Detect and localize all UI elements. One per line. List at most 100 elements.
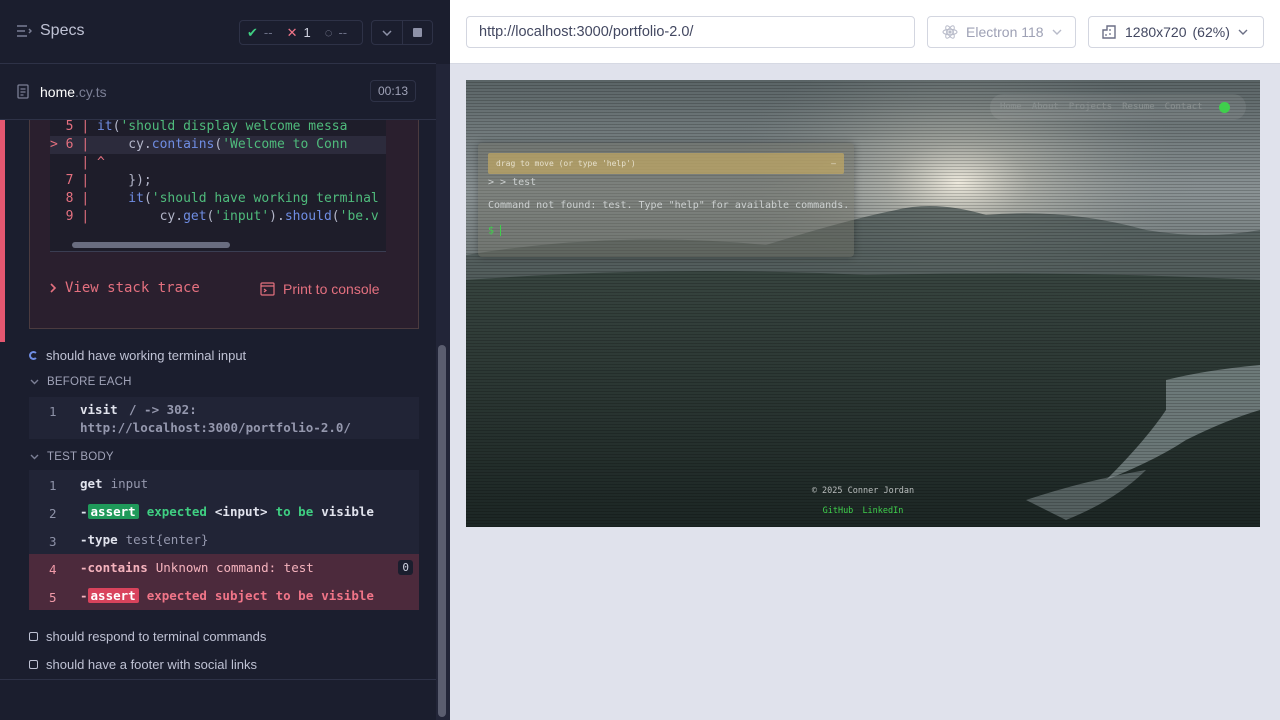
- specs-button[interactable]: Specs: [16, 22, 84, 40]
- divider: [0, 679, 436, 680]
- url-bar[interactable]: http://localhost:3000/portfolio-2.0/: [466, 16, 915, 48]
- code-marker: [50, 120, 58, 134]
- command-dash: -: [80, 588, 88, 603]
- command-type[interactable]: 3 - type test{enter}: [29, 526, 419, 554]
- assert-expected: expected: [146, 504, 207, 519]
- viewport-selector[interactable]: 1280x720 (62%): [1088, 16, 1264, 48]
- command-number: 1: [49, 478, 57, 493]
- assert-badge: assert: [87, 588, 139, 603]
- command-dash: -: [80, 504, 88, 519]
- assert-visible: visible: [321, 588, 374, 603]
- chevron-down-icon: [30, 454, 39, 460]
- code-line-number: 5: [65, 120, 74, 134]
- code-line: | ^: [50, 154, 386, 172]
- nav-link-home[interactable]: Home: [1000, 102, 1022, 112]
- pending-test-icon: [29, 632, 38, 641]
- view-stack-trace-button[interactable]: View stack trace: [50, 280, 200, 296]
- spec-header: home.cy.ts 00:13: [0, 65, 436, 120]
- running-test[interactable]: should have working terminal input: [29, 348, 246, 363]
- nav-link-projects[interactable]: Projects: [1069, 102, 1112, 112]
- command-message: / -> 302:: [129, 402, 197, 417]
- code-frame-divider: [50, 251, 386, 252]
- vertical-scrollbar[interactable]: [438, 345, 446, 717]
- x-icon: ✕: [286, 24, 298, 40]
- command-name: visit: [80, 402, 118, 417]
- assert-badge: assert: [87, 504, 139, 519]
- command-log[interactable]: 5 | it('should display welcome messa > 6…: [0, 120, 436, 680]
- code-line: 8 | it('should have working terminal: [65, 191, 379, 206]
- spec-title[interactable]: home.cy.ts: [40, 84, 107, 100]
- pending-test[interactable]: should respond to terminal commands: [29, 629, 266, 644]
- terminal-window[interactable]: drag to move (or type 'help') — > > test…: [478, 143, 854, 257]
- code-keyword: should: [284, 209, 332, 224]
- command-contains-failed[interactable]: 4 - contains Unknown command: test 0: [29, 554, 419, 582]
- stop-icon: [412, 28, 422, 37]
- chevron-down-icon: [382, 29, 392, 36]
- code-frame: 5 | it('should display welcome messa > 6…: [50, 120, 386, 251]
- pending-test[interactable]: should have a footer with social links: [29, 657, 257, 672]
- command-visit[interactable]: 1 visit / -> 302: http://localhost:3000/…: [29, 397, 419, 439]
- chevron-down-icon: [1238, 29, 1248, 35]
- code-line-number: 9: [65, 209, 74, 224]
- site-nav: Home About Projects Resume Contact: [990, 94, 1246, 120]
- terminal-icon: [260, 282, 275, 296]
- code-horizontal-scrollbar[interactable]: [72, 242, 230, 248]
- spinner-icon: ◌: [324, 25, 333, 40]
- nav-link-about[interactable]: About: [1032, 102, 1059, 112]
- test-body-label: TEST BODY: [47, 451, 114, 463]
- failed-test-indicator: [0, 120, 5, 342]
- assert-to-be: to be: [275, 588, 314, 603]
- passed-stat: ✔ --: [240, 25, 280, 41]
- assert-to-be: to be: [275, 504, 314, 519]
- failed-stat: ✕ 1: [280, 25, 318, 41]
- code-separator: |: [81, 191, 90, 206]
- nav-link-resume[interactable]: Resume: [1122, 102, 1155, 112]
- ruler-icon: [1102, 25, 1116, 39]
- pending-test-label: should respond to terminal commands: [46, 629, 267, 644]
- spec-ext: .cy.ts: [75, 84, 107, 100]
- command-get[interactable]: 1 get input: [29, 470, 419, 498]
- command-assert-failed[interactable]: 5 - assert expected subject to be visible: [29, 582, 419, 610]
- stop-button[interactable]: [401, 21, 433, 44]
- print-to-console-button[interactable]: Print to console: [260, 281, 380, 297]
- theme-toggle-icon[interactable]: [1218, 101, 1230, 113]
- command-dash: -: [80, 560, 88, 575]
- code-line-number: 6: [65, 137, 74, 152]
- browser-label: Electron 118: [966, 24, 1044, 40]
- element-count-badge: 0: [398, 560, 413, 575]
- linkedin-link[interactable]: LinkedIn: [862, 506, 903, 516]
- code-caret: ^: [96, 155, 105, 170]
- app-iframe[interactable]: Home About Projects Resume Contact drag …: [466, 80, 1260, 527]
- command-log-panel: Specs ✔ -- ✕ 1 ◌ -- home.cy.ts 00:13 5 |…: [0, 0, 450, 720]
- browser-selector[interactable]: Electron 118: [927, 16, 1076, 48]
- terminal-title-bar[interactable]: drag to move (or type 'help') —: [488, 153, 844, 174]
- minimize-button[interactable]: —: [831, 153, 836, 174]
- command-name: type: [87, 532, 118, 547]
- check-icon: ✔: [247, 24, 258, 40]
- test-stats: ✔ -- ✕ 1 ◌ --: [239, 20, 363, 45]
- command-number: 3: [49, 534, 57, 549]
- code-separator: |: [81, 173, 90, 188]
- footer-links: GitHub LinkedIn: [466, 506, 1260, 516]
- viewport-scale: (62%): [1192, 24, 1230, 40]
- nav-link-contact[interactable]: Contact: [1165, 102, 1203, 112]
- before-each-section[interactable]: BEFORE EACH: [30, 376, 132, 388]
- code-line: 5 | it('should display welcome messa: [50, 120, 386, 136]
- code-string: 'should display welcome messa: [120, 120, 348, 134]
- pending-count: --: [338, 25, 348, 40]
- github-link[interactable]: GitHub: [823, 506, 854, 516]
- command-number: 5: [49, 590, 57, 605]
- command-assert[interactable]: 2 - assert expected <input> to be visible: [29, 498, 419, 526]
- collapse-button[interactable]: [372, 21, 402, 44]
- terminal-error: Command not found: test. Type "help" for…: [488, 200, 850, 211]
- running-test-label: should have working terminal input: [46, 348, 247, 363]
- code-keyword: get: [183, 209, 207, 224]
- terminal-prompt[interactable]: $: [488, 225, 502, 237]
- command-name: contains: [87, 560, 148, 575]
- test-body-section[interactable]: TEST BODY: [30, 451, 114, 463]
- command-number: 2: [49, 506, 57, 521]
- prompt-symbol: $: [488, 225, 495, 237]
- command-message-url: http://localhost:3000/portfolio-2.0/: [80, 420, 351, 435]
- code-keyword: it: [128, 191, 144, 206]
- command-number: 1: [49, 404, 57, 419]
